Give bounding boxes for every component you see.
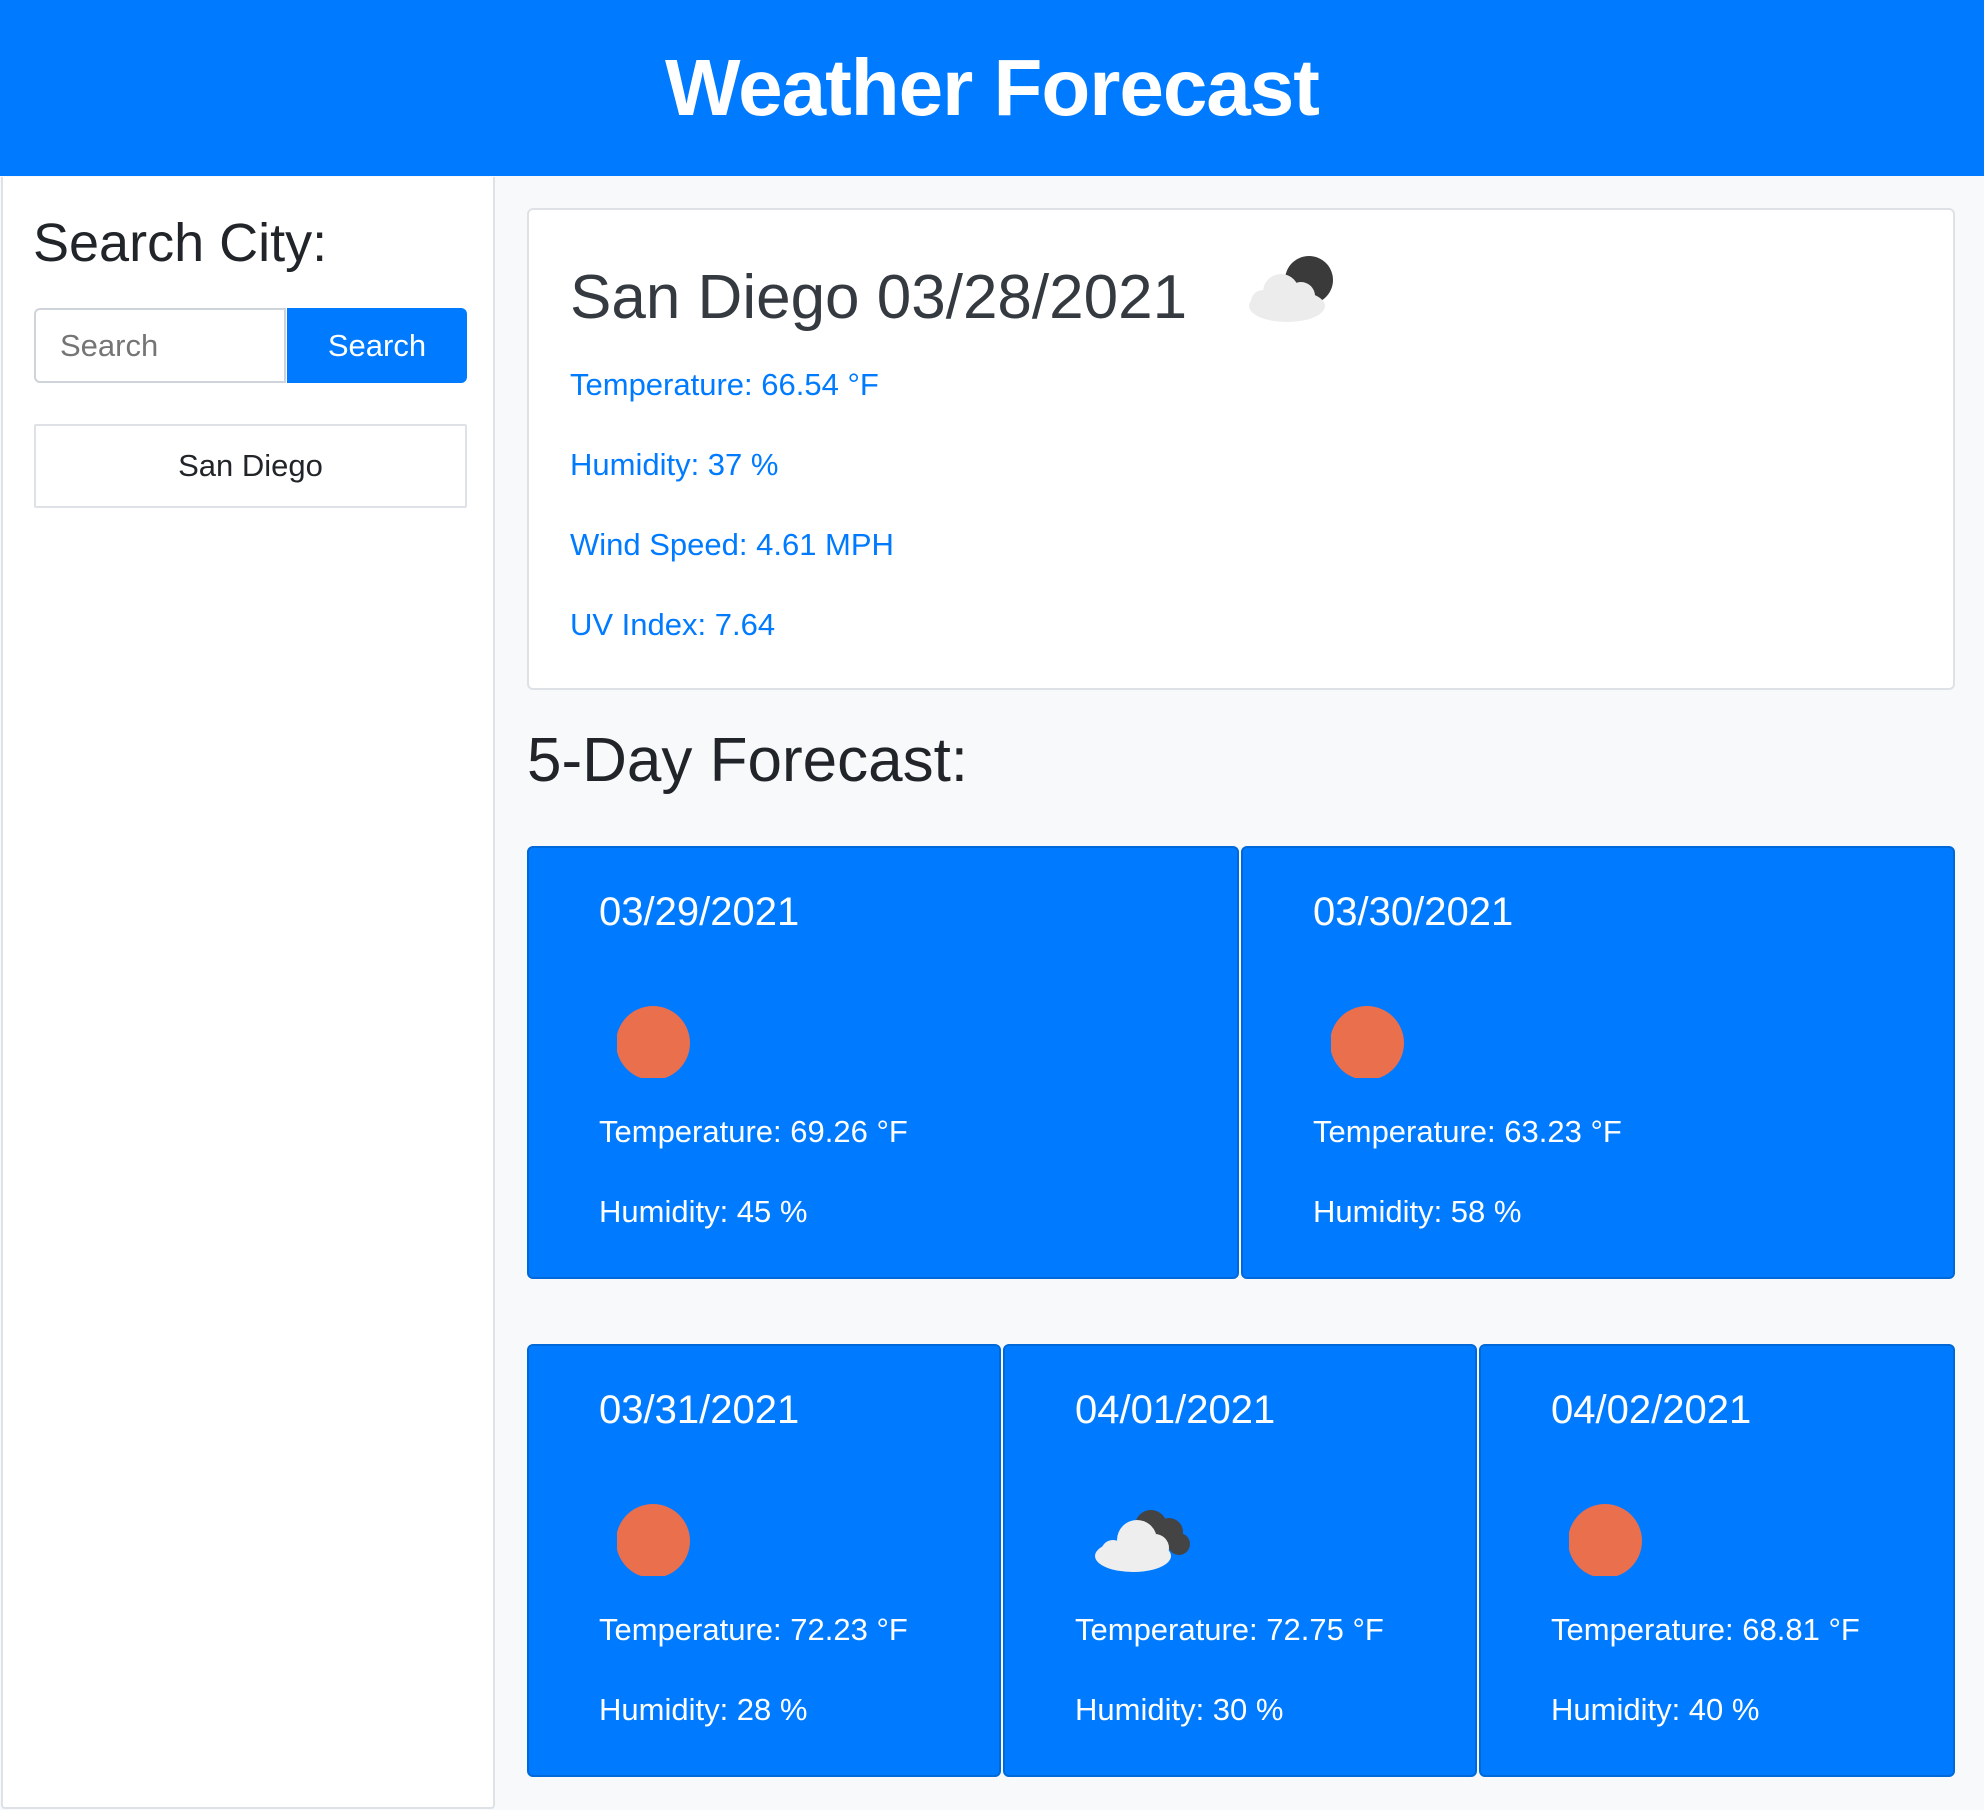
forecast-temperature: Temperature: 68.81 °F	[1551, 1612, 1860, 1647]
forecast-humidity: Humidity: 30 %	[1075, 1692, 1284, 1727]
forecast-humidity: Humidity: 40 %	[1551, 1692, 1760, 1727]
forecast-date: 04/02/2021	[1551, 1388, 1752, 1432]
forecast-temperature: Temperature: 63.23 °F	[1313, 1114, 1622, 1149]
sidebar: Search City: Search San Diego	[1, 177, 495, 1809]
forecast-card-day-1: 03/29/2021 Temperature: 69.26 °F Humidit…	[527, 846, 1239, 1279]
sun-icon	[617, 988, 727, 1078]
forecast-card-day-5: 04/02/2021 Temperature: 68.81 °F Humidit…	[1479, 1344, 1955, 1777]
forecast-temperature: Temperature: 72.23 °F	[599, 1612, 908, 1647]
search-heading: Search City:	[33, 213, 328, 273]
forecast-humidity: Humidity: 45 %	[599, 1194, 808, 1229]
search-input[interactable]	[34, 308, 286, 383]
sun-icon	[1331, 988, 1441, 1078]
app-header: Weather Forecast	[0, 0, 1984, 176]
forecast-date: 03/30/2021	[1313, 890, 1514, 934]
forecast-date: 03/31/2021	[599, 1388, 800, 1432]
forecast-humidity: Humidity: 58 %	[1313, 1194, 1522, 1229]
current-temperature: Temperature: 66.54 °F	[570, 367, 879, 402]
current-city-date: San Diego 03/28/2021	[570, 263, 1188, 332]
forecast-humidity: Humidity: 28 %	[599, 1692, 808, 1727]
current-humidity: Humidity: 37 %	[570, 447, 779, 482]
current-weather-card: San Diego 03/28/2021 Temperature: 66.54 …	[527, 208, 1955, 690]
forecast-date: 04/01/2021	[1075, 1388, 1276, 1432]
forecast-card-day-2: 03/30/2021 Temperature: 63.23 °F Humidit…	[1241, 846, 1955, 1279]
history-item-san-diego[interactable]: San Diego	[34, 424, 467, 508]
forecast-date: 03/29/2021	[599, 890, 800, 934]
sun-icon	[617, 1486, 727, 1576]
forecast-card-day-4: 04/01/2021 Temperature: 72.75 °F Humidit…	[1003, 1344, 1477, 1777]
forecast-heading: 5-Day Forecast:	[527, 726, 969, 795]
cloud-night-icon	[1237, 246, 1347, 336]
current-uv-index: UV Index: 7.64	[570, 607, 776, 642]
current-wind-speed: Wind Speed: 4.61 MPH	[570, 527, 894, 562]
forecast-temperature: Temperature: 69.26 °F	[599, 1114, 908, 1149]
sun-icon	[1569, 1486, 1679, 1576]
search-button[interactable]: Search	[287, 308, 467, 383]
app-title: Weather Forecast	[665, 43, 1320, 132]
forecast-card-day-3: 03/31/2021 Temperature: 72.23 °F Humidit…	[527, 1344, 1001, 1777]
forecast-temperature: Temperature: 72.75 °F	[1075, 1612, 1384, 1647]
cloudy-icon	[1093, 1486, 1203, 1576]
